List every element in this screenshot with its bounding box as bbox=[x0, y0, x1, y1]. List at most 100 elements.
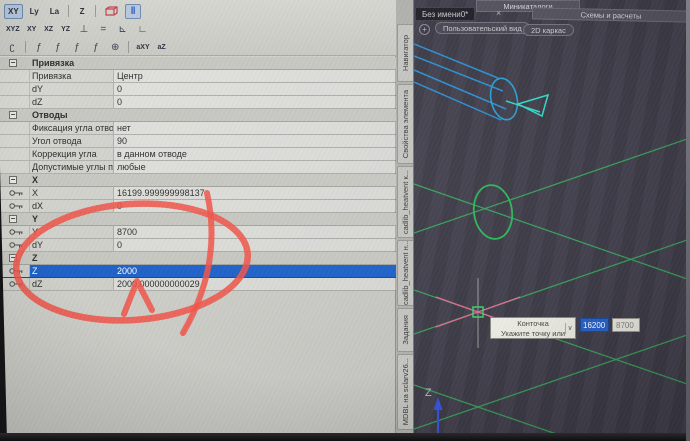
xz-filter-button[interactable]: XZ bbox=[42, 22, 56, 37]
ucs-world-icon[interactable]: ⊕ bbox=[107, 40, 123, 55]
side-tab-label: cadlib_heatvent н... bbox=[401, 240, 410, 305]
property-value[interactable]: 2000.000000000029 bbox=[114, 278, 396, 290]
angle-snap-icon[interactable]: ⊾ bbox=[114, 22, 130, 37]
toolbar-row-1: XYLyLa Z ‖ bbox=[4, 2, 394, 20]
collapse-minus-icon[interactable]: − bbox=[0, 109, 30, 121]
red-cube-icon[interactable] bbox=[101, 4, 122, 19]
property-value[interactable]: Центр bbox=[114, 70, 396, 82]
property-row[interactable]: X16199.999999998137 bbox=[0, 187, 396, 200]
collapse-minus-icon[interactable]: − bbox=[0, 174, 30, 186]
xy-mode-button[interactable]: XY bbox=[4, 4, 23, 19]
key-lock-icon[interactable] bbox=[0, 239, 30, 251]
side-tab-strip: Навигатор Свойства элемента cadlib_heatven… bbox=[396, 0, 414, 433]
side-tab[interactable]: Навигатор bbox=[397, 24, 413, 82]
property-value[interactable]: 0 bbox=[114, 200, 396, 212]
key-lock-icon[interactable] bbox=[0, 187, 30, 199]
snap-icon-3[interactable]: ƒ bbox=[69, 40, 85, 55]
ortho-angle-icon[interactable]: ∟ bbox=[134, 22, 152, 37]
key-lock-icon[interactable] bbox=[0, 200, 30, 212]
viewport-plus-button[interactable]: + bbox=[419, 24, 430, 35]
snap-icon-4[interactable]: ƒ bbox=[88, 40, 104, 55]
property-row[interactable]: Допустимые углы пр...любые bbox=[0, 161, 396, 174]
coord-x-input[interactable]: 16200 bbox=[580, 318, 609, 332]
property-row[interactable]: dZ2000.000000000029 bbox=[0, 278, 396, 291]
key-lock-icon[interactable] bbox=[0, 265, 30, 277]
property-group-row[interactable]: −Привязка bbox=[0, 57, 396, 70]
side-tab[interactable]: Задания bbox=[397, 308, 413, 352]
collapse-minus-icon[interactable]: − bbox=[0, 213, 30, 225]
xy-filter-button[interactable]: XY bbox=[25, 22, 39, 37]
toolbar-separator bbox=[128, 41, 129, 53]
property-row[interactable]: dY0 bbox=[0, 239, 396, 252]
property-value[interactable]: любые bbox=[114, 161, 396, 173]
group-label: Отводы bbox=[30, 109, 114, 121]
property-group-row[interactable]: −Y bbox=[0, 213, 396, 226]
property-row[interactable]: Угол отвода90 bbox=[0, 135, 396, 148]
key-lock-icon[interactable] bbox=[0, 226, 30, 238]
la-mode-button[interactable]: La bbox=[46, 4, 63, 19]
xyz-filter-button[interactable]: XYZ bbox=[4, 22, 22, 37]
group-label: Z bbox=[30, 252, 114, 264]
grid-line bbox=[414, 334, 690, 429]
property-label: dY bbox=[30, 239, 114, 251]
collapse-minus-icon[interactable]: − bbox=[0, 252, 30, 264]
az-button[interactable]: аZ bbox=[155, 40, 169, 55]
property-row[interactable]: Фиксация угла отводанет bbox=[0, 122, 396, 135]
viewport-canvas[interactable]: Z bbox=[414, 0, 690, 433]
property-value[interactable]: 0 bbox=[114, 96, 396, 108]
property-group-row[interactable]: −X bbox=[0, 174, 396, 187]
property-label: Угол отвода bbox=[30, 135, 114, 147]
key-lock-icon[interactable] bbox=[0, 278, 30, 290]
perpendicular-snap-icon[interactable]: ⊥ bbox=[76, 22, 93, 37]
z-mode-button[interactable]: Z bbox=[74, 4, 90, 19]
property-row[interactable]: Коррекция углав данном отводе bbox=[0, 148, 396, 161]
property-value[interactable]: 0 bbox=[114, 239, 396, 251]
document-tab[interactable]: Без имени0* bbox=[415, 7, 475, 21]
property-row[interactable]: dY0 bbox=[0, 83, 396, 96]
property-group-row[interactable]: −Z bbox=[0, 252, 396, 265]
visual-style-button[interactable]: 2D каркас bbox=[523, 24, 574, 36]
arc-icon[interactable]: ʗ bbox=[4, 40, 20, 55]
property-value[interactable]: 8700 bbox=[114, 226, 396, 238]
coord-y-input[interactable]: 8700 bbox=[612, 318, 640, 332]
parallel-snap-icon[interactable]: = bbox=[95, 22, 111, 37]
viewport-3d[interactable]: Z Миникаталоги Схемы и расчеты Без имени… bbox=[414, 0, 690, 433]
property-label: Фиксация угла отвода bbox=[30, 122, 114, 134]
row-gutter bbox=[0, 83, 30, 95]
property-group-row[interactable]: −Отводы bbox=[0, 109, 396, 122]
snap-icon-1[interactable]: ƒ bbox=[31, 40, 47, 55]
property-row[interactable]: Y8700 bbox=[0, 226, 396, 239]
property-value[interactable]: 16199.999999998137 bbox=[114, 187, 396, 199]
axy-button[interactable]: аXY bbox=[134, 40, 151, 55]
property-row[interactable]: dZ0 bbox=[0, 96, 396, 109]
property-label: dZ bbox=[30, 96, 114, 108]
side-tab[interactable]: MDBL на sclarv26... bbox=[397, 354, 413, 430]
property-value[interactable]: нет bbox=[114, 122, 396, 134]
close-icon[interactable]: × bbox=[496, 8, 501, 18]
chevron-down-icon[interactable]: ∨ bbox=[565, 323, 574, 334]
side-tab[interactable]: cadlib_heatvent к... bbox=[397, 166, 413, 238]
side-tab[interactable]: cadlib_heatvent н... bbox=[397, 240, 413, 306]
property-row[interactable]: ПривязкаЦентр bbox=[0, 70, 396, 83]
snap-icon-2[interactable]: ƒ bbox=[50, 40, 66, 55]
property-label: Допустимые углы пр... bbox=[30, 161, 114, 173]
toolbar-separator bbox=[68, 5, 69, 17]
property-row[interactable]: Z2000 bbox=[0, 265, 396, 278]
property-value[interactable]: 90 bbox=[114, 135, 396, 147]
pause-tracking-button[interactable]: ‖ bbox=[125, 4, 141, 19]
ly-mode-button[interactable]: Ly bbox=[26, 4, 43, 19]
grid-line bbox=[414, 385, 690, 433]
property-value[interactable]: 2000 bbox=[114, 265, 396, 277]
side-tab[interactable]: Свойства элемента bbox=[397, 84, 413, 164]
toolbar-row-2: XYZXYXZYZ⊥=⊾ ∟ bbox=[4, 20, 394, 38]
property-label: Привязка bbox=[30, 70, 114, 82]
property-value[interactable]: в данном отводе bbox=[114, 148, 396, 160]
property-value[interactable]: 0 bbox=[114, 83, 396, 95]
view-style-button[interactable]: Пользовательский вид bbox=[435, 22, 530, 34]
property-grid: −ПривязкаПривязкаЦентрdY0dZ0−ОтводыФикса… bbox=[0, 57, 396, 291]
collapse-minus-icon[interactable]: − bbox=[0, 57, 30, 69]
property-row[interactable]: dX0 bbox=[0, 200, 396, 213]
group-label: Y bbox=[30, 213, 114, 225]
yz-filter-button[interactable]: YZ bbox=[59, 22, 73, 37]
z-axis-label: Z bbox=[425, 387, 432, 399]
